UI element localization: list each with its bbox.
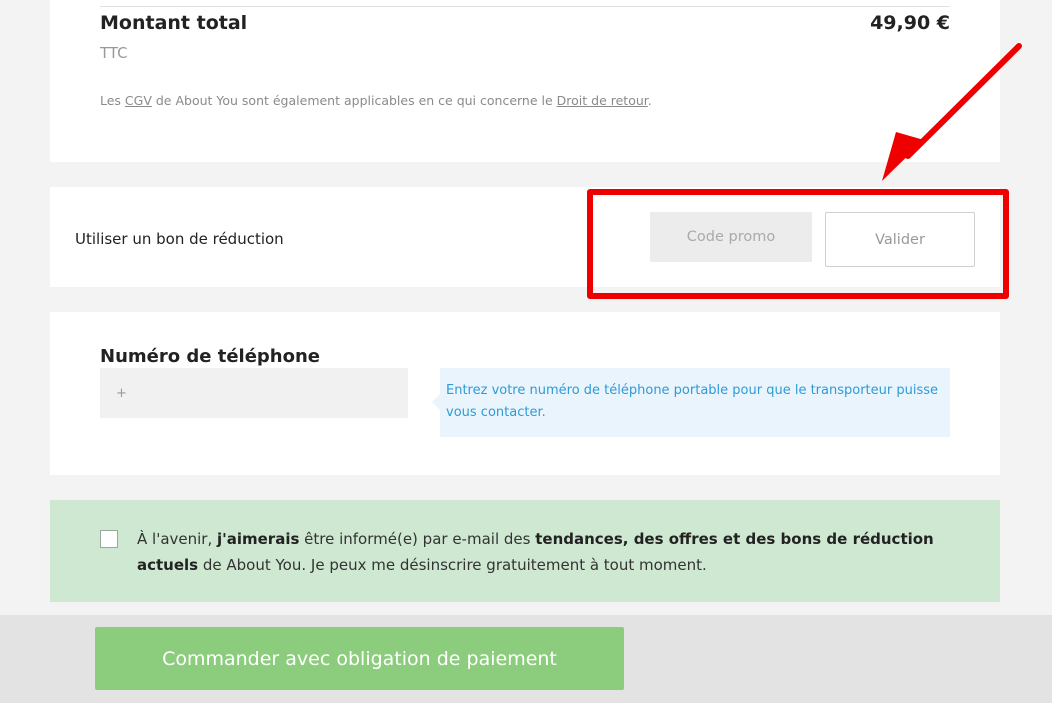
- validate-promo-button[interactable]: Valider: [825, 212, 975, 267]
- newsletter-optin-card: À l'avenir, j'aimerais être informé(e) p…: [50, 500, 1000, 602]
- phone-card: Numéro de téléphone Entrez votre numéro …: [50, 312, 1000, 475]
- checkout-bottom-bar: Commander avec obligation de paiement: [0, 615, 1052, 703]
- newsletter-text-1: À l'avenir,: [137, 530, 217, 548]
- divider: [100, 6, 950, 7]
- return-policy-link[interactable]: Droit de retour: [557, 93, 648, 108]
- cgv-link[interactable]: CGV: [125, 93, 152, 108]
- order-total-card: Montant total 49,90 € TTC Les CGV de Abo…: [50, 0, 1000, 162]
- phone-input[interactable]: [100, 368, 408, 418]
- legal-prefix: Les: [100, 93, 125, 108]
- newsletter-text-2: être informé(e) par e-mail des: [299, 530, 536, 548]
- legal-suffix: .: [647, 93, 652, 108]
- promo-code-input[interactable]: [650, 212, 812, 262]
- place-order-button[interactable]: Commander avec obligation de paiement: [95, 627, 624, 690]
- promo-label: Utiliser un bon de réduction: [75, 230, 284, 248]
- newsletter-bold-1: j'aimerais: [217, 530, 300, 548]
- legal-middle: de About You sont également applicables …: [151, 93, 557, 108]
- total-label: Montant total: [100, 12, 248, 34]
- phone-hint-tooltip: Entrez votre numéro de téléphone portabl…: [432, 368, 950, 437]
- total-amount: 49,90 €: [870, 12, 950, 34]
- legal-notice: Les CGV de About You sont également appl…: [100, 93, 652, 108]
- tax-label: TTC: [100, 44, 128, 62]
- newsletter-text: À l'avenir, j'aimerais être informé(e) p…: [137, 526, 937, 578]
- phone-title: Numéro de téléphone: [100, 346, 320, 367]
- newsletter-text-3: de About You. Je peux me désinscrire gra…: [198, 556, 707, 574]
- promo-code-card: Utiliser un bon de réduction Valider: [50, 187, 1000, 287]
- newsletter-checkbox[interactable]: [100, 530, 118, 548]
